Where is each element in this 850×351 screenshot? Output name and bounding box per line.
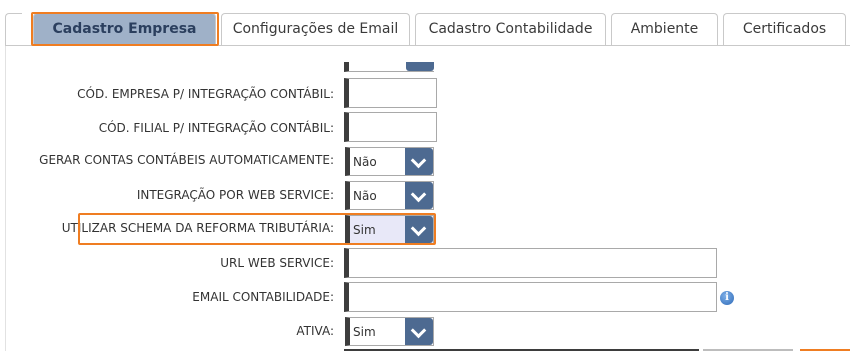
email-contabilidade-input[interactable] <box>344 282 717 312</box>
integracao-ws-label: INTEGRAÇÃO POR WEB SERVICE: <box>136 188 334 202</box>
cod-filial-label: CÓD. FILIAL P/ INTEGRAÇÃO CONTÁBIL: <box>98 121 334 135</box>
cut-off-field <box>344 62 434 72</box>
ativa-label: ATIVA: <box>296 324 334 338</box>
cod-empresa-label: CÓD. EMPRESA P/ INTEGRAÇÃO CONTÁBIL: <box>77 87 334 101</box>
chevron-down-icon <box>410 186 427 203</box>
active-tab-highlight <box>31 12 219 46</box>
content-left-border <box>5 46 6 351</box>
ativa-dropdown-button[interactable] <box>405 318 433 345</box>
chevron-down-icon <box>410 152 427 169</box>
gerar-contas-select[interactable]: Não <box>345 147 434 176</box>
info-icon[interactable]: i <box>720 291 734 305</box>
tab-bar-left-edge <box>5 13 22 46</box>
tab-certificados[interactable]: Certificados <box>723 13 846 45</box>
integracao-ws-dropdown-button[interactable] <box>405 182 433 209</box>
tab-ambiente[interactable]: Ambiente <box>611 13 718 45</box>
gerar-contas-value: Não <box>353 155 377 169</box>
reforma-tributaria-highlight <box>78 213 436 245</box>
email-contabilidade-label: EMAIL CONTABILIDADE: <box>192 290 334 304</box>
cut-off-field-button <box>406 62 434 71</box>
cod-empresa-input[interactable] <box>344 78 437 108</box>
gerar-contas-dropdown-button[interactable] <box>405 148 433 175</box>
tab-configuracoes-email[interactable]: Configurações de Email <box>221 13 410 45</box>
tab-cadastro-contabilidade[interactable]: Cadastro Contabilidade <box>415 13 606 45</box>
chevron-down-icon <box>410 322 427 339</box>
cod-filial-input[interactable] <box>344 112 437 142</box>
ativa-select[interactable]: Sim <box>345 317 434 346</box>
url-ws-input[interactable] <box>344 248 717 278</box>
ativa-value: Sim <box>353 325 376 339</box>
integracao-ws-select[interactable]: Não <box>345 181 434 210</box>
gerar-contas-label: GERAR CONTAS CONTÁBEIS AUTOMATICAMENTE: <box>39 153 334 167</box>
url-ws-label: URL WEB SERVICE: <box>220 256 334 270</box>
integracao-ws-value: Não <box>353 189 377 203</box>
